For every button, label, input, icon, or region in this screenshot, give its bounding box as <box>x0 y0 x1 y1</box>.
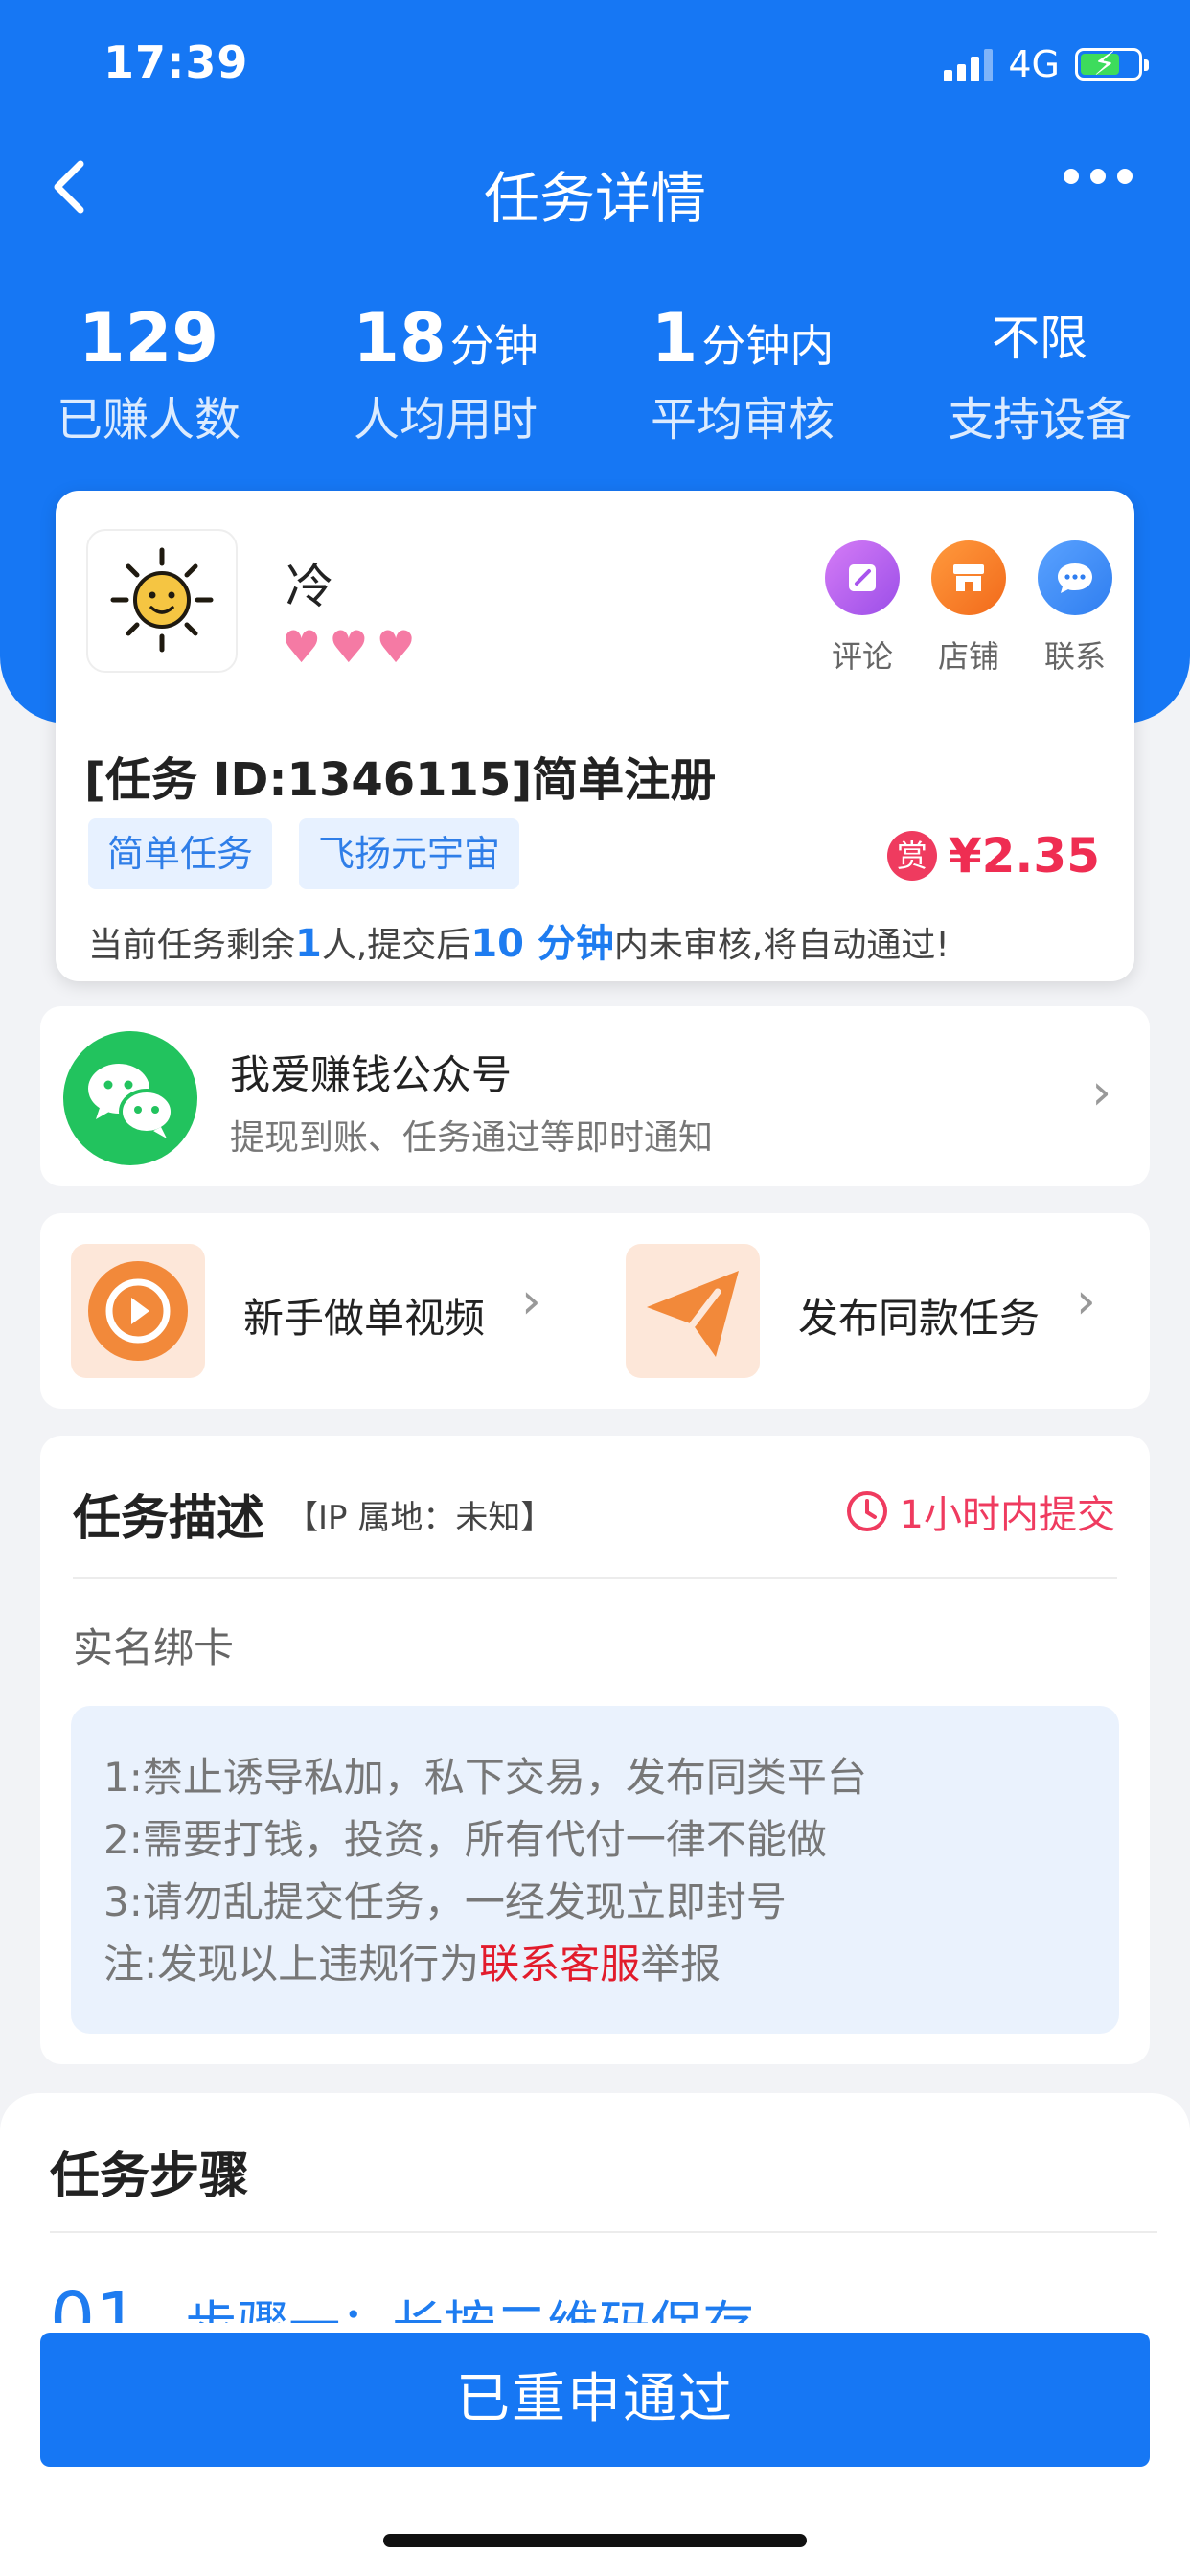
task-card: 冷 ♥ ♥ ♥ 评论 店铺 联系 [任务 ID:1346115]简单注册 简单任… <box>56 491 1134 981</box>
stat-value: 129 <box>78 299 219 378</box>
signal-icon <box>944 47 994 81</box>
task-tag: 飞扬元宇宙 <box>299 818 520 889</box>
status-time: 17:39 <box>103 36 249 88</box>
publisher-name: 冷 <box>286 559 333 614</box>
notice-prefix: 注:发现以上违规行为 <box>103 1941 480 1988</box>
note-mid: 人,提交后 <box>321 926 471 965</box>
deadline-text: 1小时内提交 <box>899 1493 1115 1537</box>
note-minutes: 10 分钟 <box>470 922 614 966</box>
store-icon <box>931 540 1006 615</box>
send-icon <box>626 1244 760 1378</box>
task-title: [任务 ID:1346115]简单注册 <box>84 753 717 807</box>
stat-value: 1 <box>651 299 698 378</box>
avatar[interactable] <box>86 529 238 673</box>
comment-label: 评论 <box>831 638 893 675</box>
contact-label: 联系 <box>1043 638 1106 675</box>
reward-amount: ¥2.35 <box>948 828 1100 884</box>
heart-icon: ♥ <box>282 621 322 673</box>
publish-same-task-label: 发布同款任务 <box>798 1295 1041 1342</box>
steps-title: 任务步骤 <box>50 2148 250 2205</box>
rule-item: 3:请勿乱提交任务，一经发现立即封号 <box>103 1878 787 1925</box>
wechat-account-title: 我爱赚钱公众号 <box>230 1051 513 1098</box>
stat-label: 已赚人数 <box>56 393 240 447</box>
status-indicators: 4G ⚡ <box>944 42 1149 86</box>
play-icon <box>71 1244 205 1378</box>
stats-row: 129 已赚人数 18分钟 人均用时 1分钟内 平均审核 不限 支持设备 <box>0 295 1190 448</box>
stat-label: 人均用时 <box>353 393 538 447</box>
reward: 赏 ¥2.35 <box>886 828 1100 884</box>
wechat-icon <box>63 1031 197 1165</box>
ip-location: 【IP 属地：未知】 <box>286 1499 554 1537</box>
clock-icon <box>846 1491 887 1531</box>
stat-unit: 分钟内 <box>701 320 835 372</box>
store-button[interactable]: 店铺 <box>921 540 1017 677</box>
note-suffix: 内未审核,将自动通过! <box>613 926 950 965</box>
note-prefix: 当前任务剩余 <box>88 926 296 965</box>
publish-same-task-button[interactable]: 发布同款任务 › <box>595 1213 1150 1409</box>
stat-label: 平均审核 <box>650 393 835 447</box>
task-description-card: 任务描述 【IP 属地：未知】 1小时内提交 实名绑卡 1:禁止诱导私加，私下交… <box>40 1436 1150 2064</box>
submit-button[interactable]: 已重申通过 <box>40 2333 1150 2467</box>
edit-icon <box>825 540 900 615</box>
battery-charging-icon: ⚡ <box>1075 45 1149 83</box>
tutorial-video-label: 新手做单视频 <box>243 1295 486 1342</box>
divider <box>73 1577 1117 1579</box>
chevron-right-icon: › <box>1091 1064 1111 1121</box>
stat-earned-count: 129 已赚人数 <box>0 295 297 448</box>
more-dots-icon <box>1064 169 1079 184</box>
task-note: 当前任务剩余1人,提交后10 分钟内未审核,将自动通过! <box>88 912 950 968</box>
more-button[interactable] <box>1064 169 1133 184</box>
sun-avatar-icon <box>110 547 214 653</box>
task-tag: 简单任务 <box>88 818 273 889</box>
credit-hearts: ♥ ♥ ♥ <box>282 625 416 669</box>
comment-button[interactable]: 评论 <box>814 540 910 677</box>
stat-label: 支持设备 <box>947 393 1132 447</box>
rule-notice: 注:发现以上违规行为联系客服举报 <box>103 1933 1087 1995</box>
note-remaining: 1 <box>295 922 322 966</box>
step-item: 01 步骤一：长按二维码保存 <box>50 2271 754 2323</box>
chevron-right-icon: › <box>1076 1273 1096 1330</box>
chevron-right-icon: › <box>521 1273 541 1330</box>
stat-avg-review: 1分钟内 平均审核 <box>594 295 891 448</box>
stat-unit: 分钟 <box>449 320 538 372</box>
shortcut-row: 新手做单视频 › 发布同款任务 › <box>40 1213 1150 1409</box>
wechat-account-subtitle: 提现到账、任务通过等即时通知 <box>230 1118 714 1158</box>
step-number: 01 <box>50 2278 141 2323</box>
stat-devices: 不限 支持设备 <box>891 295 1188 448</box>
contact-support-link[interactable]: 联系客服 <box>479 1941 640 1988</box>
rule-item: 2:需要打钱，投资，所有代付一律不能做 <box>103 1816 827 1863</box>
description-subtitle: 实名绑卡 <box>73 1624 235 1671</box>
contact-button[interactable]: 联系 <box>1027 540 1123 677</box>
description-title: 任务描述 <box>73 1490 264 1546</box>
reward-badge: 赏 <box>886 831 937 881</box>
stat-value: 18 <box>353 299 446 378</box>
heart-icon: ♥ <box>329 621 369 673</box>
divider <box>50 2231 1157 2233</box>
stat-value: 不限 <box>992 310 1087 366</box>
chat-bubble-icon <box>1038 540 1112 615</box>
home-indicator <box>383 2534 807 2547</box>
stat-avg-time: 18分钟 人均用时 <box>297 295 594 448</box>
wechat-account-card[interactable]: 我爱赚钱公众号 提现到账、任务通过等即时通知 › <box>40 1006 1150 1186</box>
deadline: 1小时内提交 <box>844 1484 1115 1539</box>
store-label: 店铺 <box>937 638 999 675</box>
network-type: 4G <box>1008 43 1060 85</box>
step-text: 步骤一：长按二维码保存 <box>185 2295 754 2323</box>
rules-box: 1:禁止诱导私加，私下交易，发布同类平台 2:需要打钱，投资，所有代付一律不能做… <box>71 1706 1119 2034</box>
notice-suffix: 举报 <box>640 1941 721 1988</box>
tutorial-video-button[interactable]: 新手做单视频 › <box>40 1213 595 1409</box>
page-title: 任务详情 <box>483 166 706 231</box>
heart-icon: ♥ <box>376 621 416 673</box>
rule-item: 1:禁止诱导私加，私下交易，发布同类平台 <box>103 1754 867 1801</box>
